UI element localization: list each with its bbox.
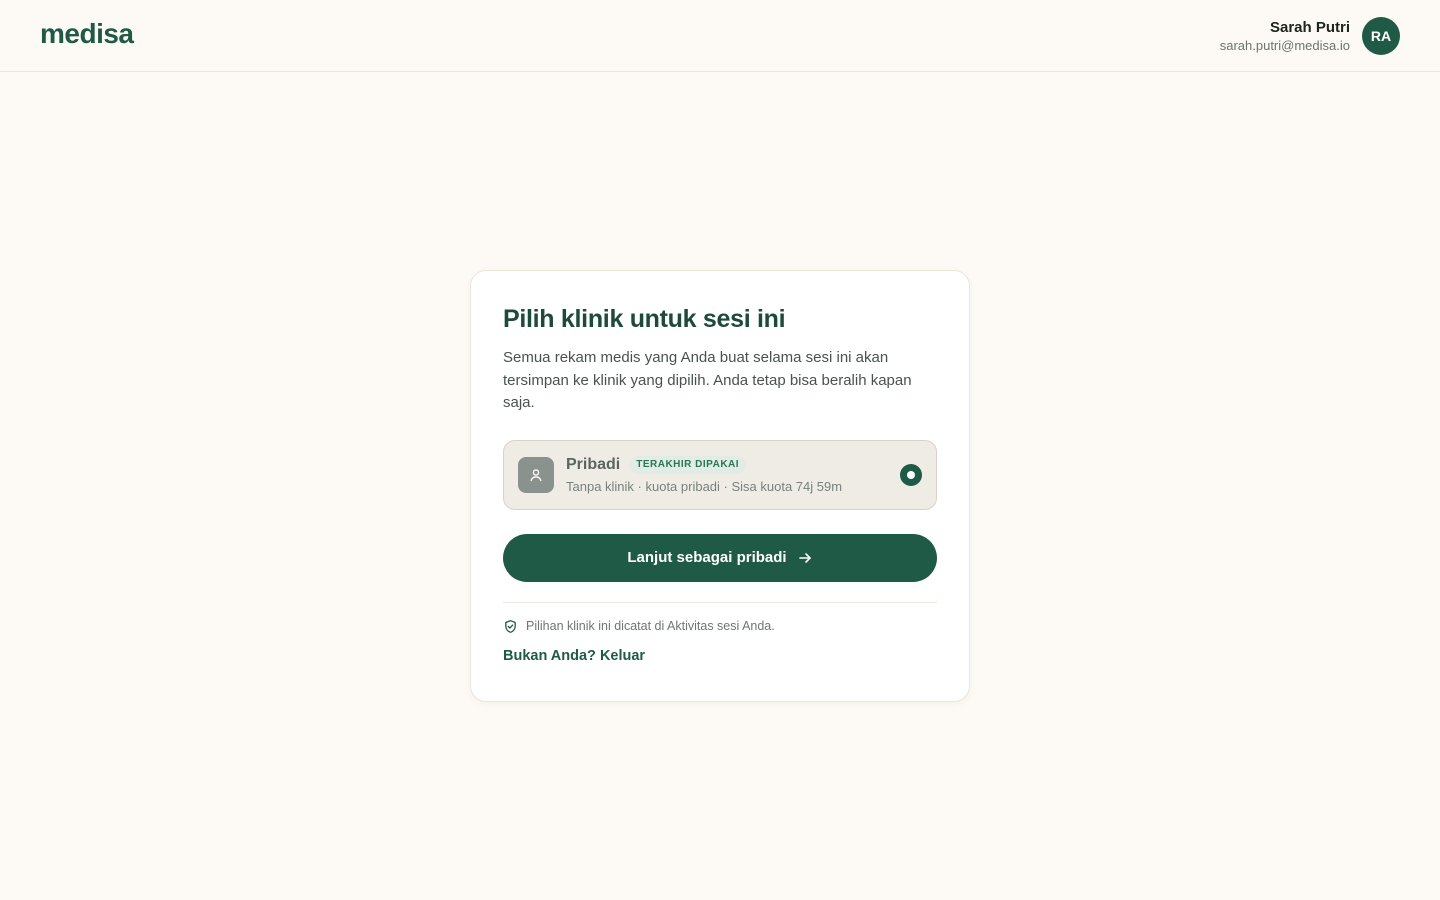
- last-used-badge: TERAKHIR DIPAKAI: [629, 455, 747, 474]
- continue-button-label: Lanjut sebagai pribadi: [627, 549, 787, 566]
- option-title: Pribadi: [566, 455, 621, 473]
- user-email: sarah.putri@medisa.io: [1219, 38, 1350, 53]
- arrow-right-icon: [797, 550, 813, 566]
- card-title: Pilih klinik untuk sesi ini: [503, 305, 786, 333]
- card-description: Semua rekam medis yang Anda buat selama …: [503, 349, 912, 411]
- logout-link[interactable]: Bukan Anda? Keluar: [503, 648, 645, 664]
- shield-check-icon: [503, 619, 518, 634]
- divider: [503, 601, 937, 603]
- activity-note-text: Pilihan klinik ini dicatat di Aktivitas …: [526, 619, 775, 633]
- logo[interactable]: medisa: [40, 18, 134, 50]
- option-radio[interactable]: [900, 463, 922, 486]
- user-name: Sarah Putri: [1269, 19, 1350, 36]
- avatar[interactable]: RA: [1362, 17, 1400, 55]
- continue-button[interactable]: Lanjut sebagai pribadi: [503, 533, 937, 582]
- radio-selected-dot: [907, 470, 915, 479]
- option-title-row: Pribadi TERAKHIR DIPAKAI: [566, 455, 747, 474]
- clinic-option-pribadi[interactable]: Pribadi TERAKHIR DIPAKAI Tanpa klinik · …: [503, 439, 937, 510]
- top-bar: medisa Sarah Putri sarah.putri@medisa.io…: [0, 0, 1440, 72]
- user-info: Sarah Putri sarah.putri@medisa.io: [1220, 18, 1350, 54]
- clinic-select-card: Pilih klinik untuk sesi ini Semua rekam …: [470, 270, 970, 702]
- activity-note: Pilihan klinik ini dicatat di Aktivitas …: [503, 619, 937, 634]
- person-icon: [518, 456, 554, 493]
- option-subtitle: Tanpa klinik · kuota pribadi · Sisa kuot…: [566, 478, 843, 494]
